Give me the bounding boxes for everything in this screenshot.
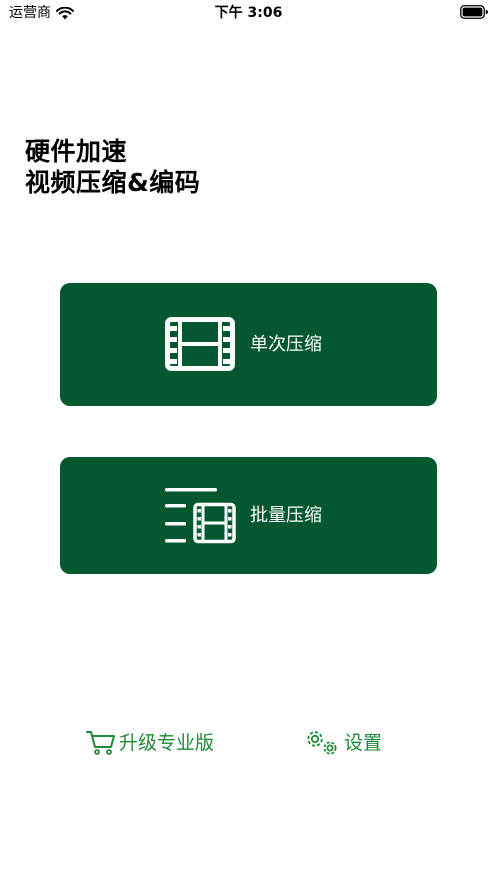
single-compress-button[interactable]: 单次压缩: [60, 283, 437, 406]
batch-compress-button[interactable]: 批量压缩: [60, 457, 437, 574]
upgrade-pro-label: 升级专业版: [119, 732, 215, 754]
batch-film-icon: [165, 488, 236, 544]
single-compress-label: 单次压缩: [250, 334, 322, 355]
status-time: 下午 3:06: [214, 5, 283, 21]
app-headline: 硬件加速 视频压缩&编码: [25, 136, 200, 198]
settings-button[interactable]: 设置: [305, 729, 382, 756]
battery-icon: [460, 5, 488, 19]
film-icon: [165, 317, 235, 371]
settings-label: 设置: [344, 731, 383, 754]
status-bar: 运营商 下午 3:06: [0, 0, 497, 26]
cart-icon: [86, 731, 115, 755]
headline-line-2: 视频压缩&编码: [25, 168, 201, 197]
gears-icon: [307, 731, 337, 755]
upgrade-pro-button[interactable]: 升级专业版: [86, 730, 214, 756]
headline-line-1: 硬件加速: [25, 137, 128, 166]
batch-compress-label: 批量压缩: [250, 505, 322, 526]
